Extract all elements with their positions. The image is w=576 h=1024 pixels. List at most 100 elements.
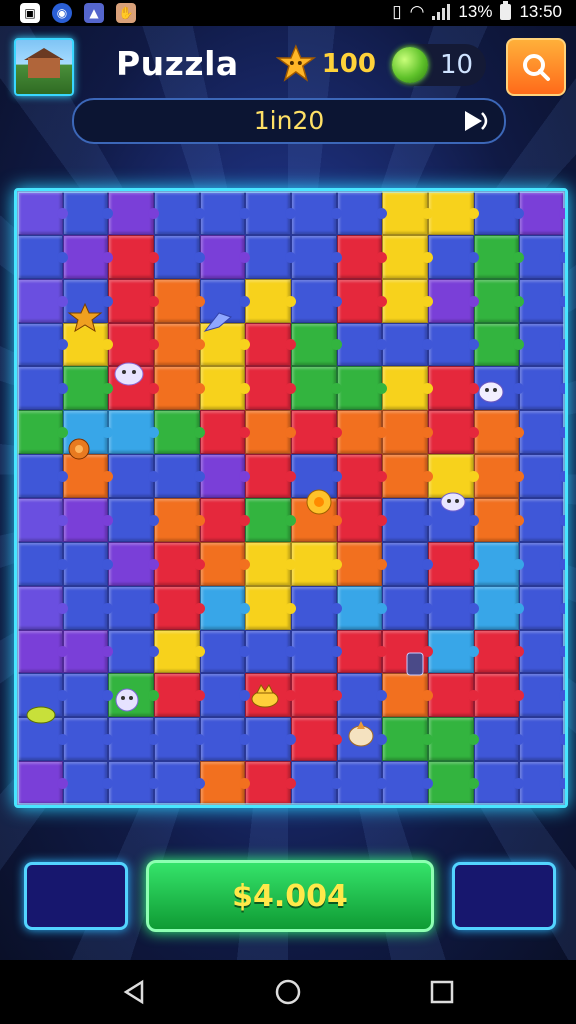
- puzzle-piece[interactable]: [17, 191, 68, 235]
- puzzle-piece[interactable]: [108, 498, 159, 542]
- puzzle-piece[interactable]: [336, 410, 387, 455]
- puzzle-piece[interactable]: [291, 366, 342, 411]
- puzzle-piece[interactable]: [428, 234, 479, 279]
- puzzle-piece[interactable]: [62, 717, 113, 762]
- puzzle-piece[interactable]: [245, 278, 296, 323]
- puzzle-piece[interactable]: [336, 541, 387, 586]
- puzzle-piece[interactable]: [382, 541, 433, 586]
- puzzle-piece[interactable]: [245, 234, 296, 279]
- puzzle-piece[interactable]: [519, 717, 565, 762]
- puzzle-piece[interactable]: [519, 234, 565, 279]
- puzzle-piece[interactable]: [108, 761, 159, 805]
- puzzle-piece[interactable]: [519, 278, 565, 323]
- puzzle-piece[interactable]: [336, 585, 387, 630]
- puzzle-piece[interactable]: [382, 410, 433, 455]
- puzzle-piece[interactable]: [17, 278, 68, 323]
- puzzle-piece[interactable]: [291, 541, 342, 586]
- puzzle-piece[interactable]: [428, 629, 479, 674]
- puzzle-piece[interactable]: [154, 629, 205, 674]
- puzzle-piece[interactable]: [336, 366, 387, 411]
- puzzle-piece[interactable]: [291, 585, 342, 630]
- puzzle-piece[interactable]: [473, 673, 524, 718]
- puzzle-piece[interactable]: [199, 498, 250, 542]
- puzzle-piece[interactable]: [108, 541, 159, 586]
- puzzle-piece[interactable]: [519, 761, 565, 805]
- puzzle-piece[interactable]: [154, 585, 205, 630]
- puzzle-piece[interactable]: [473, 629, 524, 674]
- puzzle-piece[interactable]: [382, 366, 433, 411]
- puzzle-piece[interactable]: [382, 761, 433, 805]
- puzzle-piece[interactable]: [473, 717, 524, 762]
- puzzle-piece[interactable]: [108, 410, 159, 455]
- back-icon[interactable]: [120, 978, 148, 1006]
- puzzle-piece[interactable]: [336, 673, 387, 718]
- puzzle-piece[interactable]: [291, 322, 342, 367]
- puzzle-piece[interactable]: [291, 234, 342, 279]
- puzzle-piece[interactable]: [473, 234, 524, 279]
- puzzle-piece[interactable]: [382, 717, 433, 762]
- puzzle-piece[interactable]: [17, 410, 68, 455]
- puzzle-piece[interactable]: [291, 191, 342, 235]
- puzzle-piece[interactable]: [108, 234, 159, 279]
- puzzle-piece[interactable]: [154, 498, 205, 542]
- puzzle-piece[interactable]: [428, 322, 479, 367]
- puzzle-piece[interactable]: [382, 191, 433, 235]
- search-button[interactable]: [506, 38, 566, 96]
- puzzle-piece[interactable]: [154, 454, 205, 498]
- puzzle-piece[interactable]: [154, 234, 205, 279]
- puzzle-piece[interactable]: [108, 629, 159, 674]
- right-action-button[interactable]: [452, 862, 556, 930]
- puzzle-piece[interactable]: [291, 278, 342, 323]
- puzzle-piece[interactable]: [154, 761, 205, 805]
- price-button[interactable]: $4.004: [146, 860, 434, 932]
- puzzle-piece[interactable]: [245, 410, 296, 455]
- puzzle-piece[interactable]: [17, 322, 68, 367]
- puzzle-piece[interactable]: [108, 191, 159, 235]
- puzzle-piece[interactable]: [428, 278, 479, 323]
- puzzle-piece[interactable]: [291, 629, 342, 674]
- puzzle-piece[interactable]: [473, 454, 524, 498]
- puzzle-piece[interactable]: [17, 761, 68, 805]
- recents-icon[interactable]: [428, 978, 456, 1006]
- puzzle-piece[interactable]: [473, 498, 524, 542]
- puzzle-piece[interactable]: [154, 717, 205, 762]
- puzzle-piece[interactable]: [62, 585, 113, 630]
- puzzle-piece[interactable]: [199, 541, 250, 586]
- puzzle-piece[interactable]: [519, 410, 565, 455]
- puzzle-board[interactable]: [14, 188, 568, 808]
- puzzle-piece[interactable]: [62, 234, 113, 279]
- puzzle-piece[interactable]: [382, 585, 433, 630]
- puzzle-piece[interactable]: [336, 191, 387, 235]
- puzzle-piece[interactable]: [245, 541, 296, 586]
- puzzle-piece[interactable]: [473, 191, 524, 235]
- puzzle-piece[interactable]: [519, 673, 565, 718]
- puzzle-piece[interactable]: [473, 410, 524, 455]
- puzzle-piece[interactable]: [199, 629, 250, 674]
- puzzle-piece[interactable]: [336, 761, 387, 805]
- puzzle-piece[interactable]: [17, 454, 68, 498]
- puzzle-piece[interactable]: [154, 541, 205, 586]
- puzzle-piece[interactable]: [245, 585, 296, 630]
- puzzle-piece[interactable]: [154, 673, 205, 718]
- puzzle-piece[interactable]: [336, 498, 387, 542]
- puzzle-piece[interactable]: [62, 191, 113, 235]
- puzzle-piece[interactable]: [154, 191, 205, 235]
- puzzle-piece[interactable]: [291, 673, 342, 718]
- puzzle-piece[interactable]: [154, 322, 205, 367]
- puzzle-piece[interactable]: [199, 410, 250, 455]
- puzzle-piece[interactable]: [336, 454, 387, 498]
- puzzle-piece[interactable]: [428, 410, 479, 455]
- puzzle-piece[interactable]: [519, 454, 565, 498]
- puzzle-piece[interactable]: [291, 717, 342, 762]
- puzzle-piece[interactable]: [382, 234, 433, 279]
- puzzle-piece[interactable]: [382, 278, 433, 323]
- puzzle-piece[interactable]: [108, 717, 159, 762]
- puzzle-piece[interactable]: [17, 498, 68, 542]
- puzzle-piece[interactable]: [199, 191, 250, 235]
- puzzle-piece[interactable]: [199, 454, 250, 498]
- puzzle-piece[interactable]: [108, 454, 159, 498]
- puzzle-piece[interactable]: [245, 191, 296, 235]
- puzzle-piece[interactable]: [199, 761, 250, 805]
- puzzle-piece[interactable]: [519, 541, 565, 586]
- sound-toggle-icon[interactable]: [462, 107, 492, 135]
